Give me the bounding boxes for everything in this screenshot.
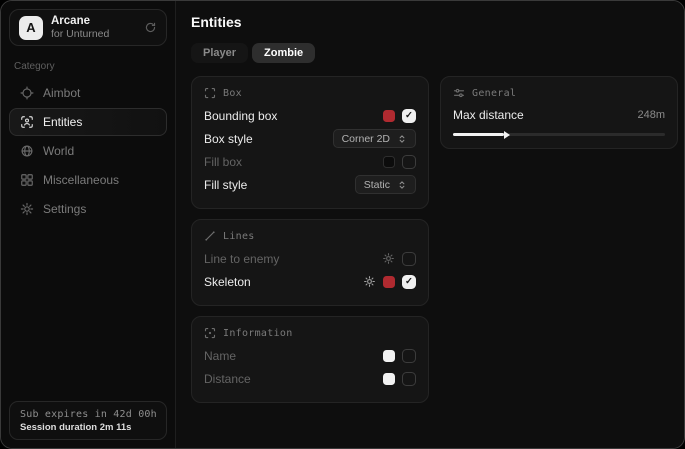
box-panel: Box Bounding box Box style Cor xyxy=(191,76,429,209)
crosshair-icon xyxy=(20,86,34,100)
setting-label: Fill box xyxy=(204,155,242,169)
checkbox[interactable] xyxy=(402,372,416,386)
page-title: Entities xyxy=(191,14,678,30)
setting-row-name: Name xyxy=(204,344,416,367)
color-swatch[interactable] xyxy=(383,156,395,168)
sub-expiry-text: Sub expires in 42d 00h xyxy=(20,409,156,420)
entity-scan-icon xyxy=(20,115,34,129)
color-swatch[interactable] xyxy=(383,110,395,122)
panel-title: General xyxy=(472,88,516,99)
main-content: Entities Player Zombie Box xyxy=(176,1,685,448)
color-swatch[interactable] xyxy=(383,276,395,288)
box-panel-header: Box xyxy=(204,87,416,99)
slider-value: 248m xyxy=(637,109,665,121)
category-label: Category xyxy=(14,61,162,72)
sidebar-item-aimbot[interactable]: Aimbot xyxy=(9,79,167,107)
setting-label: Bounding box xyxy=(204,109,277,123)
sidebar: A Arcane for Unturned Category Aimbot xyxy=(1,1,176,448)
setting-row-skeleton: Skeleton xyxy=(204,270,416,293)
slider-thumb[interactable] xyxy=(504,131,510,139)
left-column: Box Bounding box Box style Cor xyxy=(191,76,429,403)
slider-fill xyxy=(453,133,504,136)
unfold-icon xyxy=(397,134,407,144)
unfold-icon xyxy=(397,180,407,190)
color-swatch[interactable] xyxy=(383,350,395,362)
sliders-icon xyxy=(453,87,465,99)
sidebar-item-miscellaneous[interactable]: Miscellaneous xyxy=(9,166,167,194)
panel-title: Lines xyxy=(223,231,255,242)
app-logo: A xyxy=(19,16,43,40)
dropdown-value: Static xyxy=(364,179,390,191)
app-header-card: A Arcane for Unturned xyxy=(9,9,167,46)
sidebar-item-settings[interactable]: Settings xyxy=(9,195,167,223)
sidebar-item-label: World xyxy=(43,144,74,158)
panel-title: Information xyxy=(223,328,293,339)
tab-zombie[interactable]: Zombie xyxy=(252,43,315,63)
checkbox[interactable] xyxy=(402,155,416,169)
checkbox[interactable] xyxy=(402,252,416,266)
box-style-dropdown[interactable]: Corner 2D xyxy=(333,129,416,148)
setting-label: Distance xyxy=(204,372,251,386)
sidebar-item-label: Entities xyxy=(43,115,82,129)
sidebar-item-entities[interactable]: Entities xyxy=(9,108,167,136)
lines-panel: Lines Line to enemy xyxy=(191,219,429,306)
app-name: Arcane xyxy=(51,15,109,28)
entity-tabs: Player Zombie xyxy=(191,43,678,63)
panel-columns: Box Bounding box Box style Cor xyxy=(191,76,678,403)
color-swatch[interactable] xyxy=(383,373,395,385)
globe-icon xyxy=(20,144,34,158)
setting-label: Fill style xyxy=(204,178,247,192)
sidebar-item-world[interactable]: World xyxy=(9,137,167,165)
tab-player[interactable]: Player xyxy=(191,43,248,63)
checkbox[interactable] xyxy=(402,275,416,289)
diagonal-line-icon xyxy=(204,230,216,242)
setting-label: Box style xyxy=(204,132,253,146)
lines-panel-header: Lines xyxy=(204,230,416,242)
information-panel-header: Information xyxy=(204,327,416,339)
setting-row-line-to-enemy: Line to enemy xyxy=(204,247,416,270)
setting-row-fill-box: Fill box xyxy=(204,150,416,173)
max-distance-slider[interactable] xyxy=(453,133,665,136)
app-subtitle: for Unturned xyxy=(51,28,109,40)
setting-label: Max distance xyxy=(453,108,524,122)
app-title-block: Arcane for Unturned xyxy=(51,15,109,40)
grid-icon xyxy=(20,173,34,187)
general-panel-header: General xyxy=(453,87,665,99)
scan-corners-icon xyxy=(204,87,216,99)
panel-title: Box xyxy=(223,88,242,99)
sidebar-item-label: Miscellaneous xyxy=(43,173,119,187)
row-settings-gear-icon[interactable] xyxy=(382,252,395,265)
gear-icon xyxy=(20,202,34,216)
app-window: A Arcane for Unturned Category Aimbot xyxy=(0,0,685,449)
general-panel: General Max distance 248m xyxy=(440,76,678,149)
setting-row-distance: Distance xyxy=(204,367,416,390)
setting-row-box-style: Box style Corner 2D xyxy=(204,127,416,150)
checkbox[interactable] xyxy=(402,349,416,363)
fill-style-dropdown[interactable]: Static xyxy=(355,175,416,194)
setting-row-fill-style: Fill style Static xyxy=(204,173,416,196)
setting-row-max-distance: Max distance 248m xyxy=(453,104,665,125)
setting-row-bounding-box: Bounding box xyxy=(204,104,416,127)
dropdown-value: Corner 2D xyxy=(342,133,390,145)
row-settings-gear-icon[interactable] xyxy=(363,275,376,288)
session-duration-text: Session duration 2m 11s xyxy=(20,422,156,433)
refresh-icon[interactable] xyxy=(144,21,157,34)
focus-target-icon xyxy=(204,327,216,339)
checkbox[interactable] xyxy=(402,109,416,123)
information-panel: Information Name Distance xyxy=(191,316,429,403)
setting-label: Line to enemy xyxy=(204,252,279,266)
subscription-card: Sub expires in 42d 00h Session duration … xyxy=(9,401,167,440)
setting-label: Skeleton xyxy=(204,275,251,289)
sidebar-item-label: Aimbot xyxy=(43,86,80,100)
sidebar-item-label: Settings xyxy=(43,202,86,216)
right-column: General Max distance 248m xyxy=(440,76,678,149)
setting-label: Name xyxy=(204,349,236,363)
